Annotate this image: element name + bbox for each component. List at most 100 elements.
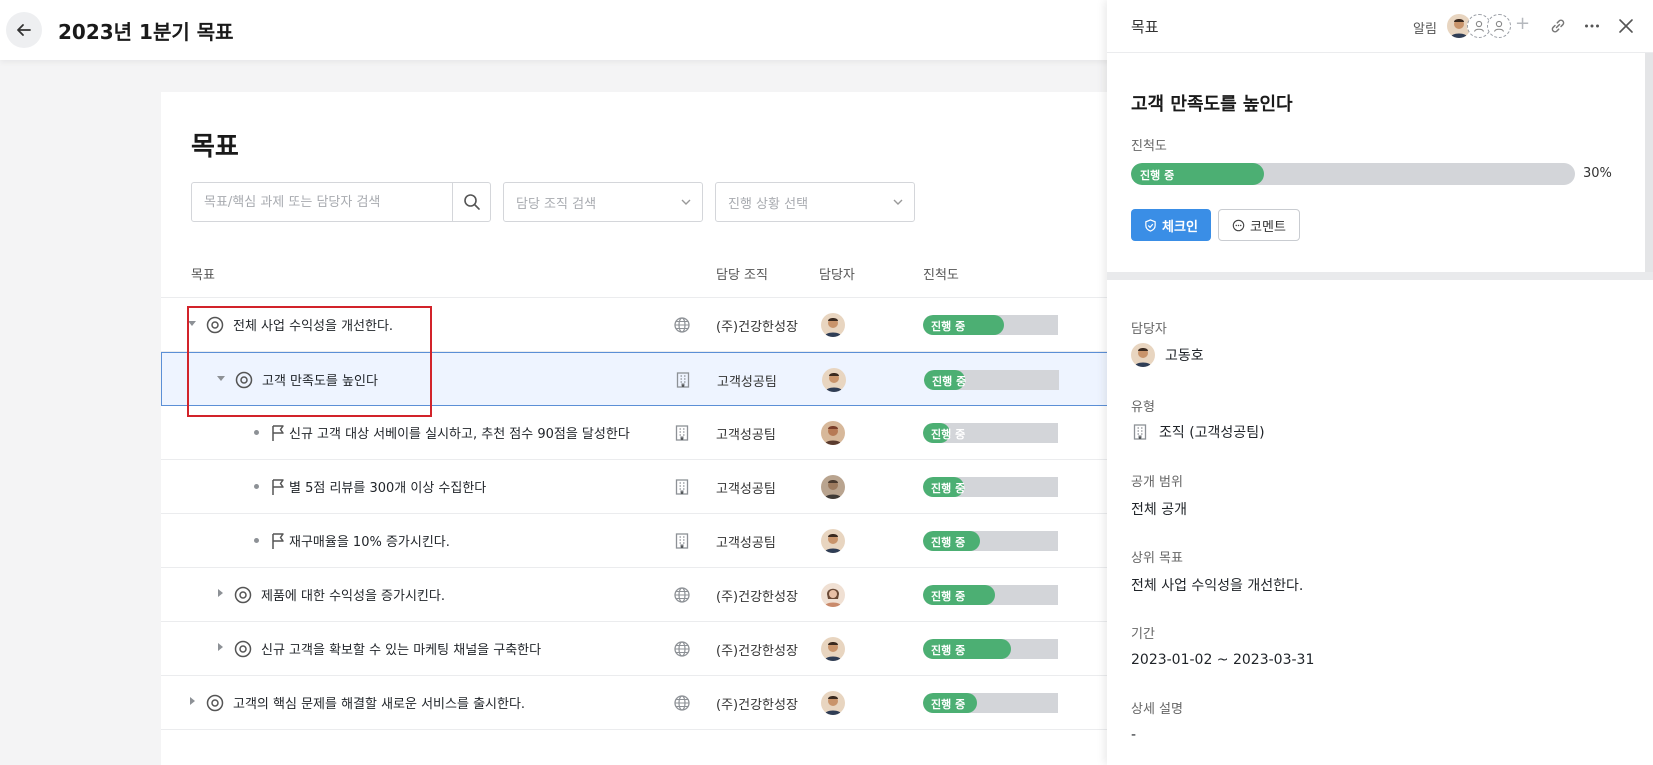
parent-goal-label: 상위 목표	[1131, 551, 1183, 566]
caret-right-icon[interactable]	[215, 588, 225, 598]
building-icon	[675, 533, 689, 549]
progress-bar: 진행 중	[923, 423, 1058, 443]
panel-header: 목표 알림 +	[1107, 0, 1653, 53]
avatar	[1131, 343, 1155, 367]
search-box	[191, 182, 491, 222]
visibility-value: 전체 공개	[1131, 502, 1187, 518]
avatar[interactable]	[821, 313, 845, 337]
description-label: 상세 설명	[1131, 702, 1183, 717]
search-icon	[463, 194, 480, 210]
checkin-button[interactable]: 체크인	[1131, 209, 1211, 241]
avatar[interactable]	[821, 421, 845, 445]
org-filter-placeholder: 담당 조직 검색	[516, 196, 597, 212]
link-icon	[1551, 19, 1565, 33]
flag-icon	[272, 479, 284, 495]
avatar[interactable]	[821, 475, 845, 499]
caret-right-icon[interactable]	[187, 696, 197, 706]
goal-title[interactable]: 제품에 대한 수익성을 증가시킨다.	[261, 585, 445, 604]
key-result-title[interactable]: 재구매율을 10% 증가시킨다.	[289, 531, 450, 550]
chevron-down-icon	[893, 199, 903, 205]
goal-title[interactable]: 고객의 핵심 문제를 해결할 새로운 서비스를 출시한다.	[233, 693, 525, 712]
panel-title: 목표	[1131, 18, 1159, 36]
progress-status: 진행 중	[931, 482, 966, 495]
org-name: 고객성공팀	[716, 428, 776, 443]
add-follower-button[interactable]: +	[1515, 13, 1530, 34]
building-icon	[1133, 424, 1147, 440]
visibility-label: 공개 범위	[1131, 475, 1183, 490]
target-icon	[234, 586, 252, 604]
flag-icon	[272, 533, 284, 549]
globe-icon	[674, 587, 690, 603]
close-icon	[1619, 19, 1633, 33]
page-title: 2023년 1분기 목표	[58, 19, 234, 44]
shield-check-icon	[1145, 218, 1156, 232]
owner-row[interactable]: 고동호	[1131, 343, 1204, 367]
detail-progress-status: 진행 중	[1140, 169, 1175, 182]
progress-label: 진척도	[1131, 139, 1167, 154]
globe-icon	[674, 641, 690, 657]
org-filter-select[interactable]: 담당 조직 검색	[503, 182, 703, 222]
user-icon	[1473, 20, 1485, 32]
goal-title[interactable]: 전체 사업 수익성을 개선한다.	[233, 315, 393, 334]
building-icon	[675, 425, 689, 441]
avatar[interactable]	[821, 529, 845, 553]
org-name: (주)건강한성장	[716, 698, 798, 713]
globe-icon	[674, 695, 690, 711]
column-progress: 진척도	[923, 268, 959, 283]
status-filter-select[interactable]: 진행 상황 선택	[715, 182, 915, 222]
progress-bar: 진행 중	[924, 370, 1059, 390]
progress-bar: 진행 중	[923, 315, 1058, 335]
key-result-title[interactable]: 신규 고객 대상 서베이를 실시하고, 추천 점수 90점을 달성한다	[289, 423, 630, 442]
column-org: 담당 조직	[716, 268, 768, 283]
close-button[interactable]	[1615, 15, 1637, 37]
more-button[interactable]	[1581, 15, 1603, 37]
avatar[interactable]	[821, 637, 845, 661]
target-icon	[206, 694, 224, 712]
bullet-dot	[254, 538, 259, 543]
panel-scrollbar[interactable]	[1645, 53, 1653, 273]
bullet-dot	[254, 430, 259, 435]
link-button[interactable]	[1547, 15, 1569, 37]
progress-status: 진행 중	[931, 644, 966, 657]
progress-status: 진행 중	[931, 536, 966, 549]
caret-right-icon[interactable]	[215, 642, 225, 652]
period-label: 기간	[1131, 627, 1155, 642]
status-filter-placeholder: 진행 상황 선택	[728, 196, 809, 212]
goals-title: 목표	[191, 132, 239, 162]
user-icon	[1493, 20, 1505, 32]
org-name: (주)건강한성장	[716, 644, 798, 659]
arrow-left-icon	[17, 24, 31, 36]
org-name: 고객성공팀	[716, 482, 776, 497]
empty-user-slot[interactable]	[1487, 14, 1511, 38]
building-icon	[676, 372, 690, 388]
search-input[interactable]	[192, 183, 452, 221]
progress-status: 진행 중	[931, 590, 966, 603]
avatar[interactable]	[821, 691, 845, 715]
caret-down-icon[interactable]	[216, 373, 226, 383]
column-goal: 목표	[191, 268, 215, 283]
chevron-down-icon	[681, 199, 691, 205]
detail-progress-percent: 30%	[1583, 166, 1612, 181]
key-result-title[interactable]: 별 5점 리뷰를 300개 이상 수집한다	[289, 477, 486, 496]
caret-down-icon[interactable]	[187, 318, 197, 328]
search-button[interactable]	[452, 183, 490, 221]
progress-status: 진행 중	[932, 375, 967, 388]
target-icon	[235, 371, 253, 389]
goal-title[interactable]: 고객 만족도를 높인다	[262, 370, 378, 389]
detail-goal-title: 고객 만족도를 높인다	[1131, 94, 1293, 115]
org-name: 고객성공팀	[717, 375, 777, 390]
comment-button[interactable]: 코멘트	[1218, 209, 1300, 241]
detail-progress-bar: 진행 중	[1131, 163, 1575, 185]
filters: 담당 조직 검색 진행 상황 선택	[191, 182, 915, 222]
avatar[interactable]	[821, 583, 845, 607]
bullet-dot	[254, 484, 259, 489]
avatar[interactable]	[822, 368, 846, 392]
target-icon	[234, 640, 252, 658]
parent-goal-value[interactable]: 전체 사업 수익성을 개선한다.	[1131, 575, 1303, 595]
progress-bar: 진행 중	[923, 585, 1058, 605]
goal-detail-panel: 목표 알림 + 고객 만족도를 높인다 진척도 진행 중 30% 체크인 코멘트…	[1107, 0, 1653, 765]
progress-status: 진행 중	[931, 698, 966, 711]
back-button[interactable]	[6, 12, 42, 48]
more-icon	[1585, 24, 1599, 28]
goal-title[interactable]: 신규 고객을 확보할 수 있는 마케팅 채널을 구축한다	[261, 639, 541, 658]
